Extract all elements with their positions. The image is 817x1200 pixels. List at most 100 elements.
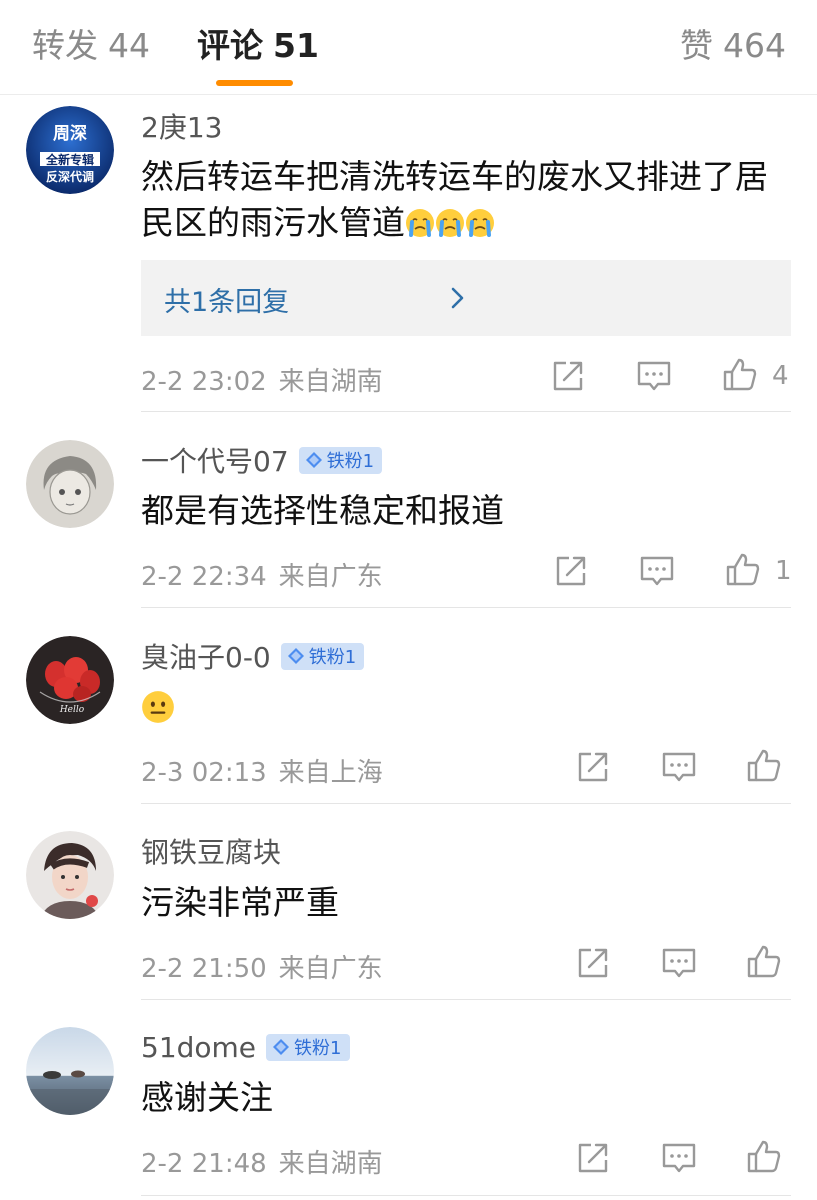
reply-button[interactable] xyxy=(661,749,697,785)
crying-emoji-icon xyxy=(436,209,464,237)
like-icon xyxy=(747,945,781,978)
reply-button[interactable] xyxy=(661,1140,697,1176)
avatar[interactable]: 周深 全新专辑 反深代调 xyxy=(26,106,114,194)
share-button[interactable] xyxy=(575,1140,611,1176)
comment-location: 来自广东 xyxy=(278,562,383,592)
view-replies-link[interactable]: 共1条回复 xyxy=(164,280,289,319)
avatar[interactable] xyxy=(26,1027,114,1115)
tab-likes[interactable]: 赞 464 xyxy=(680,22,786,70)
username-row: 臭油子0-0 铁粉1 xyxy=(141,636,365,676)
comment-time: 2-2 23:02 xyxy=(141,367,267,397)
fan-badge-label: 铁粉1 xyxy=(308,647,357,668)
username[interactable]: 一个代号07 xyxy=(141,440,289,480)
share-icon xyxy=(578,752,608,782)
fan-badge: 铁粉1 xyxy=(298,446,383,474)
comment-text: 感谢关注 xyxy=(141,1078,273,1117)
reply-icon xyxy=(662,752,696,782)
avatar-text: Hello xyxy=(59,705,85,715)
crying-emoji-icon xyxy=(406,209,434,237)
username[interactable]: 臭油子0-0 xyxy=(141,636,271,676)
tab-comments-label: 评论 xyxy=(197,26,263,65)
active-tab-indicator xyxy=(216,80,293,86)
divider xyxy=(141,1195,791,1196)
comment-text xyxy=(141,686,791,732)
comment-time: 2-2 21:50 xyxy=(141,954,267,984)
username-row: 2庚13 xyxy=(141,106,222,146)
like-button[interactable] xyxy=(746,747,782,783)
comment-meta: 2-2 23:02 来自湖南 xyxy=(141,361,383,398)
reply-icon xyxy=(662,1143,696,1173)
reply-icon xyxy=(662,948,696,978)
like-count: 1 xyxy=(775,556,792,586)
avatar[interactable] xyxy=(26,831,114,919)
comment-meta: 2-2 21:48 来自湖南 xyxy=(141,1143,383,1180)
comment-time: 2-2 21:48 xyxy=(141,1149,267,1179)
share-button[interactable] xyxy=(575,945,611,981)
fan-badge-label: 铁粉1 xyxy=(294,1038,342,1059)
username[interactable]: 2庚13 xyxy=(141,106,222,146)
avatar[interactable] xyxy=(26,440,114,528)
divider xyxy=(141,999,791,1000)
tab-reposts[interactable]: 转发 44 xyxy=(32,22,150,70)
divider xyxy=(141,411,791,412)
comment-meta: 2-2 22:34 来自广东 xyxy=(141,556,383,593)
avatar-text-1: 周深 xyxy=(53,123,87,144)
tab-reposts-label: 转发 xyxy=(32,26,98,65)
like-icon xyxy=(747,749,781,782)
username[interactable]: 51dome xyxy=(141,1031,256,1064)
tab-likes-label: 赞 xyxy=(680,26,713,65)
like-icon xyxy=(723,358,757,391)
username-row: 一个代号07 铁粉1 xyxy=(141,440,383,480)
comment-location: 来自湖南 xyxy=(278,367,383,397)
like-icon xyxy=(747,1140,781,1173)
comment-text: 然后转运车把清洗转运车的废水又排进了居民区的雨污水管道 xyxy=(141,154,791,246)
reply-button[interactable] xyxy=(639,553,675,589)
fan-badge: 铁粉1 xyxy=(280,642,365,670)
username-row: 钢铁豆腐块 xyxy=(141,831,281,871)
tab-likes-count: 464 xyxy=(723,26,786,65)
comment-text: 污染非常严重 xyxy=(141,883,339,922)
comment-meta: 2-3 02:13 来自上海 xyxy=(141,752,383,789)
share-icon xyxy=(556,556,586,586)
comment-time: 2-2 22:34 xyxy=(141,562,267,592)
like-button[interactable] xyxy=(722,356,758,392)
comment-location: 来自广东 xyxy=(278,954,383,984)
reply-button[interactable] xyxy=(661,945,697,981)
like-button[interactable] xyxy=(725,551,761,587)
reply-button[interactable] xyxy=(636,358,672,394)
share-button[interactable] xyxy=(550,358,586,394)
divider xyxy=(141,803,791,804)
share-button[interactable] xyxy=(575,749,611,785)
comment-location: 来自湖南 xyxy=(278,1149,383,1179)
share-icon xyxy=(553,361,583,391)
like-button[interactable] xyxy=(746,943,782,979)
avatar-text-2: 全新专辑 xyxy=(45,152,94,167)
username[interactable]: 钢铁豆腐块 xyxy=(141,831,281,871)
reply-icon xyxy=(640,556,674,586)
like-count: 4 xyxy=(772,361,789,391)
diamond-icon xyxy=(273,1039,290,1055)
comment-text: 都是有选择性稳定和报道 xyxy=(141,491,504,530)
share-button[interactable] xyxy=(553,553,589,589)
like-icon xyxy=(726,553,760,586)
fan-badge-label: 铁粉1 xyxy=(326,451,375,472)
divider xyxy=(141,607,791,608)
avatar-text-3: 反深代调 xyxy=(46,169,94,184)
diamond-icon xyxy=(287,648,304,664)
comment-time: 2-3 02:13 xyxy=(141,758,267,788)
reply-thread-box[interactable]: 共1条回复 xyxy=(141,260,791,336)
comment-meta: 2-2 21:50 来自广东 xyxy=(141,948,383,985)
comment-location: 来自上海 xyxy=(278,758,383,788)
fan-badge: 铁粉1 xyxy=(266,1033,350,1061)
neutral-face-emoji-icon xyxy=(142,691,174,723)
chevron-right-icon xyxy=(451,287,464,309)
comment-tabs: 转发 44 评论 51 赞 464 xyxy=(0,0,817,95)
avatar[interactable]: Hello xyxy=(26,636,114,724)
like-button[interactable] xyxy=(746,1138,782,1174)
tab-reposts-count: 44 xyxy=(108,26,150,65)
share-icon xyxy=(578,948,608,978)
diamond-icon xyxy=(305,452,322,468)
reply-icon xyxy=(637,361,671,391)
crying-emoji-icon xyxy=(466,209,494,237)
tab-comments-count: 51 xyxy=(273,26,319,65)
